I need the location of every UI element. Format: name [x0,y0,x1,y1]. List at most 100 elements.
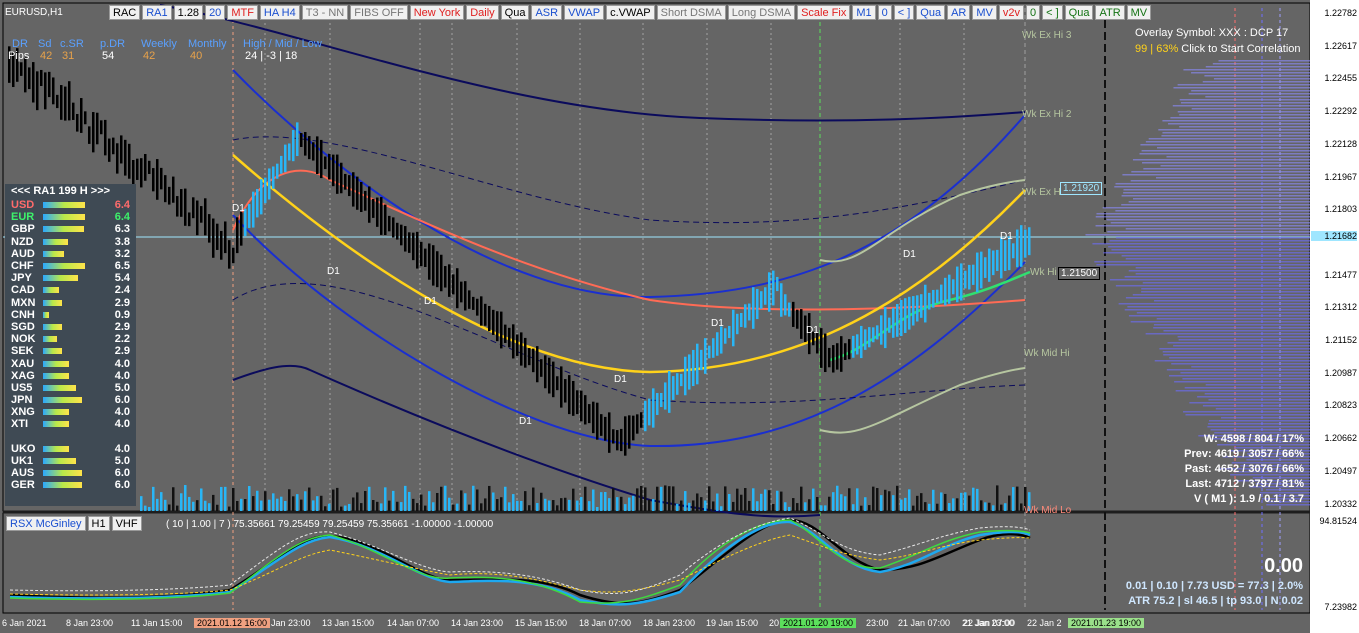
rsx-mcginley-button[interactable]: RSX McGinley [6,516,86,531]
ra-row-value: 2.9 [114,296,130,309]
candle [104,119,107,156]
d1-label: D1 [327,266,340,277]
candle [720,326,723,354]
volume-bar [848,488,851,511]
toolbar-button-daily[interactable]: Daily [466,5,499,20]
candle [592,401,595,434]
candle [456,268,459,309]
candle [1016,229,1019,268]
volume-bar [540,492,543,511]
volume-bar [584,486,587,511]
volume-bar [148,506,151,511]
oscillator-timeframe-button[interactable]: H1 [87,516,110,531]
toolbar-button-m1[interactable]: M1 [852,5,876,20]
volume-bar [368,486,371,511]
volume-bar [500,497,503,511]
candle [740,313,743,327]
candle [652,388,655,428]
volume-bar [560,498,563,511]
candle [228,240,231,269]
volume-bar [508,502,511,511]
price-chart-canvas[interactable] [0,0,1359,633]
candle [724,328,727,344]
candle [1012,243,1015,259]
toolbar-button-mtf[interactable]: MTF [227,5,258,20]
ra-row-bar [43,250,64,257]
ra-row-name: JPN [11,394,33,407]
candle [508,327,511,348]
toolbar-button-qua[interactable]: Qua [500,5,530,20]
toolbar-button-new-york[interactable]: New York [409,5,465,20]
candle [404,226,407,252]
candle [360,182,363,212]
toolbar-button-ar[interactable]: AR [947,5,971,20]
candle [40,69,43,87]
candle [448,264,451,297]
volume-profile-bar [1163,330,1310,332]
toolbar-button-20[interactable]: 20 [205,5,226,20]
candle [444,266,447,288]
volume-bar [516,500,519,511]
candle [736,313,739,335]
toolbar-button-ha-h4[interactable]: HA H4 [259,5,300,20]
toolbar-button-atr[interactable]: ATR [1095,5,1125,20]
volume-bar [876,488,879,511]
correlation-link[interactable]: Click to Start Correlation [1178,43,1300,55]
toolbar-button-0[interactable]: 0 [877,5,892,20]
volume-bar [156,498,159,511]
toolbar-button-mv[interactable]: MV [972,5,997,20]
volume-profile-bar [1184,387,1310,389]
toolbar-button-long-dsma[interactable]: Long DSMA [727,5,796,20]
toolbar-button-rac[interactable]: RAC [109,5,141,20]
volume-bar [572,488,575,511]
toolbar-button-v2v[interactable]: v2v [998,5,1024,20]
toolbar-button-short-dsma[interactable]: Short DSMA [656,5,726,20]
toolbar-button-qua[interactable]: Qua [1064,5,1094,20]
candle [500,311,503,349]
ra-panel-title[interactable]: <<< RA1 199 H >>> [5,184,136,199]
volume-profile-bar [1161,135,1310,137]
toolbar-button-[interactable]: < ] [1042,5,1063,20]
volume-bar [232,488,235,511]
toolbar-button-ra1[interactable]: RA1 [142,5,172,20]
toolbar-button-qua[interactable]: Qua [916,5,946,20]
volume-bar [996,485,999,511]
volume-profile-bar [1115,183,1310,185]
candle [876,325,879,340]
candle [52,77,55,105]
candle [120,135,123,164]
header-sd-label: Sd [38,38,52,50]
toolbar-button-c-vwap[interactable]: c.VWAP [606,5,655,20]
volume-bar [436,493,439,511]
trading-chart-window[interactable]: EURUSD,H1 RAC RA1 1.28 20 MTF HA H4 T3 - NN FIB… [0,0,1359,633]
toolbar-button-asr[interactable]: ASR [531,5,563,20]
candle [656,393,659,415]
time-axis-label: 6 Jan 2021 [2,618,47,628]
candle [44,72,47,110]
candle [1000,237,1003,279]
volume-bar [256,490,259,511]
vhf-button[interactable]: VHF [111,516,142,531]
toolbar-button-t3-nn[interactable]: T3 - NN [301,5,349,20]
volume-bar [528,505,531,511]
candle [416,231,419,269]
toolbar-button-0[interactable]: 0 [1025,5,1041,20]
candle [220,230,223,260]
d1-label: D1 [424,296,437,307]
volume-profile-bar [1183,411,1310,413]
overlay-correlation[interactable]: 99 | 63% Click to Start Correlation [1135,43,1301,55]
candle [632,415,635,441]
price-tag-lower: 1.21500 [1058,267,1101,280]
wk-ex-hi-2-label: Wk Ex Hi 2 [1022,109,1072,120]
toolbar-button-scale-fix[interactable]: Scale Fix [797,5,851,20]
volume-profile-bar [1125,228,1310,230]
toolbar-button-mv[interactable]: MV [1126,5,1152,20]
volume-bar [956,498,959,511]
volume-profile-bar [1202,405,1310,407]
toolbar-button-1-28[interactable]: 1.28 [173,5,204,20]
toolbar-button-vwap[interactable]: VWAP [564,5,605,20]
toolbar-button-[interactable]: < ] [893,5,915,20]
ra-row-bar [43,202,85,209]
candle [516,334,519,356]
toolbar-button-fibs-off[interactable]: FIBS OFF [350,5,408,20]
